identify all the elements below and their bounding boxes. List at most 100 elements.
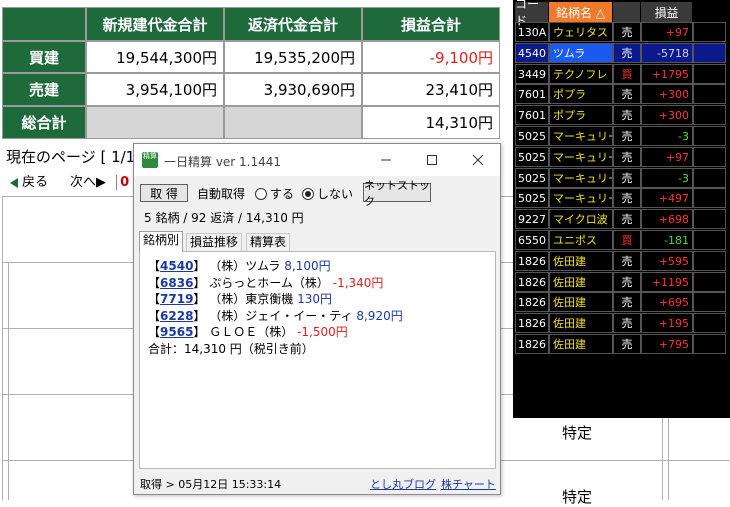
ticker-name: ユニポス [549, 230, 613, 250]
grid-line [668, 418, 669, 500]
ticker-side: 売 [613, 105, 641, 126]
ticker-pl: -3 [641, 167, 693, 188]
ticker-row[interactable]: 130A ウェリタス売 +97 [515, 22, 726, 42]
ticker-row[interactable]: 4540 ツムラ売 -5718 [515, 42, 726, 63]
ticker-row[interactable]: 5025 マーキュリー売 -3 [515, 126, 726, 146]
ticker-code: 5025 [515, 126, 549, 146]
back-link[interactable]: 戻る [10, 171, 48, 190]
ticker-code: 1826 [515, 334, 549, 354]
ticker-name: ポプラ [549, 84, 613, 105]
ticker-row[interactable]: 1826 佐田建売 +195 [515, 313, 726, 334]
netstock-button[interactable]: ネットストック [363, 179, 431, 208]
blog-link[interactable]: とし丸ブログ [370, 476, 436, 492]
auto-fetch-on-radio[interactable]: する [255, 185, 294, 202]
ticker-row[interactable]: 5025 マーキュリー売 +97 [515, 146, 726, 167]
ticker-pl: +497 [641, 188, 693, 209]
header-new: 新規建代金合計 [86, 7, 224, 41]
ticker-name: 佐田建 [549, 334, 613, 354]
fetch-button[interactable]: 取 得 [140, 184, 188, 202]
close-icon[interactable] [455, 144, 501, 176]
tab-by-stock[interactable]: 銘柄別 [139, 231, 184, 252]
tab-bar: 銘柄別 損益推移 精算表 [139, 231, 494, 252]
ticker-side: 売 [613, 22, 641, 42]
stock-amount: 130円 [297, 292, 332, 306]
window-title: 一日精算 ver 1.1441 [164, 155, 282, 169]
ticker-name: 佐田建 [549, 292, 613, 313]
ticker-side: 売 [613, 292, 641, 313]
radio-circle-selected[interactable] [302, 187, 314, 200]
radio-circle[interactable] [255, 187, 267, 200]
ticker-name: ポプラ [549, 105, 613, 126]
next-link[interactable]: 次へ▶ 0 [70, 171, 130, 190]
ticker-row[interactable]: 6550 ユニポス買 -181 [515, 230, 726, 250]
stock-item: 【6228】 （株）ジェイ・イー・ティ 8,920円 [148, 308, 495, 325]
stock-code-link[interactable]: 6836 [160, 276, 193, 290]
col-name-sorted[interactable]: 銘柄名 △ [549, 2, 613, 22]
stock-code-link[interactable]: 9565 [160, 325, 193, 339]
ticker-side: 売 [613, 167, 641, 188]
ticker-side: 売 [613, 209, 641, 230]
ticker-side: 売 [613, 313, 641, 334]
ticker-name: テクノフレ [549, 63, 613, 84]
stock-code-link[interactable]: 6228 [160, 309, 193, 323]
bracket: 】 [193, 325, 210, 339]
ticker-pl: -3 [641, 126, 693, 146]
ichinichi-seisan-window: 精算 一日精算 ver 1.1441 取 得 自動取得 する しない ネットスト… [133, 143, 501, 495]
minimize-icon[interactable] [363, 144, 409, 176]
ticker-row[interactable]: 3449 テクノフレ買 +1795 [515, 63, 726, 84]
ticker-pl: +698 [641, 209, 693, 230]
bracket: 【 [148, 325, 161, 339]
tab-pl-trend[interactable]: 損益推移 [186, 233, 243, 251]
bracket: 【 [148, 292, 161, 306]
ticker-name: 佐田建 [549, 271, 613, 292]
stock-item: 【7719】 （株）東京衡機 130円 [148, 291, 495, 308]
maximize-icon[interactable] [409, 144, 455, 176]
ticker-pl: +97 [641, 146, 693, 167]
grand-empty-1 [86, 106, 224, 139]
col-pl[interactable]: 損益 [641, 2, 693, 22]
ticker-code: 9227 [515, 209, 549, 230]
ticker-row[interactable]: 1826 佐田建売 +795 [515, 334, 726, 354]
window-body: 取 得 自動取得 する しない ネットストック 5 銘柄 / 92 返済 / 1… [134, 176, 500, 494]
row-label-sell: 売建 [2, 73, 86, 106]
ticker-name: マーキュリー [549, 188, 613, 209]
title-bar[interactable]: 精算 一日精算 ver 1.1441 [134, 144, 500, 176]
stock-code-link[interactable]: 7719 [160, 292, 193, 306]
status-summary: 5 銘柄 / 92 返済 / 14,310 円 [144, 211, 304, 225]
ticker-code: 1826 [515, 271, 549, 292]
summary-corner [2, 7, 86, 41]
col-code[interactable]: コード [515, 0, 549, 28]
tab-settlement[interactable]: 精算表 [246, 233, 291, 251]
ticker-row[interactable]: 1826 佐田建売 +695 [515, 292, 726, 313]
stock-chart-link[interactable]: 株チャート [441, 476, 496, 492]
ticker-pl: +300 [641, 105, 693, 126]
ticker-pl: +795 [641, 334, 693, 354]
col-side[interactable] [613, 2, 641, 22]
row-label-grand: 総合計 [2, 106, 86, 139]
ticker-name: ウェリタス [549, 22, 613, 42]
ticker-name: マーキュリー [549, 126, 613, 146]
ticker-row[interactable]: 5025 マーキュリー売 +497 [515, 188, 726, 209]
ticker-side: 買 [613, 63, 641, 84]
ticker-row[interactable]: 7601 ポプラ売 +300 [515, 105, 726, 126]
ticker-code: 5025 [515, 167, 549, 188]
ticker-code: 5025 [515, 146, 549, 167]
auto-fetch-label: 自動取得 [197, 187, 246, 201]
radio-on-label: する [270, 187, 295, 201]
stock-code-link[interactable]: 4540 [160, 259, 193, 273]
ticker-row[interactable]: 1826 佐田建売 +595 [515, 250, 726, 271]
ticker-extra-cell [693, 230, 726, 250]
page-indicator: 現在のページ [ 1/1 [6, 148, 136, 166]
ticker-pl: -5718 [641, 42, 693, 63]
ticker-row[interactable]: 1826 佐田建売 +1195 [515, 271, 726, 292]
ticker-side: 売 [613, 334, 641, 354]
ticker-side: 売 [613, 126, 641, 146]
ticker-row[interactable]: 7601 ポプラ売 +300 [515, 84, 726, 105]
auto-fetch-off-radio[interactable]: しない [302, 185, 353, 202]
tokutei-label: 特定 [562, 424, 593, 442]
grand-pl-total: 14,310円 [362, 106, 500, 139]
ticker-extra-cell [693, 126, 726, 146]
ticker-row[interactable]: 5025 マーキュリー売 -3 [515, 167, 726, 188]
bracket: 【 [148, 275, 161, 290]
ticker-row[interactable]: 9227 マイクロ波売 +698 [515, 209, 726, 230]
